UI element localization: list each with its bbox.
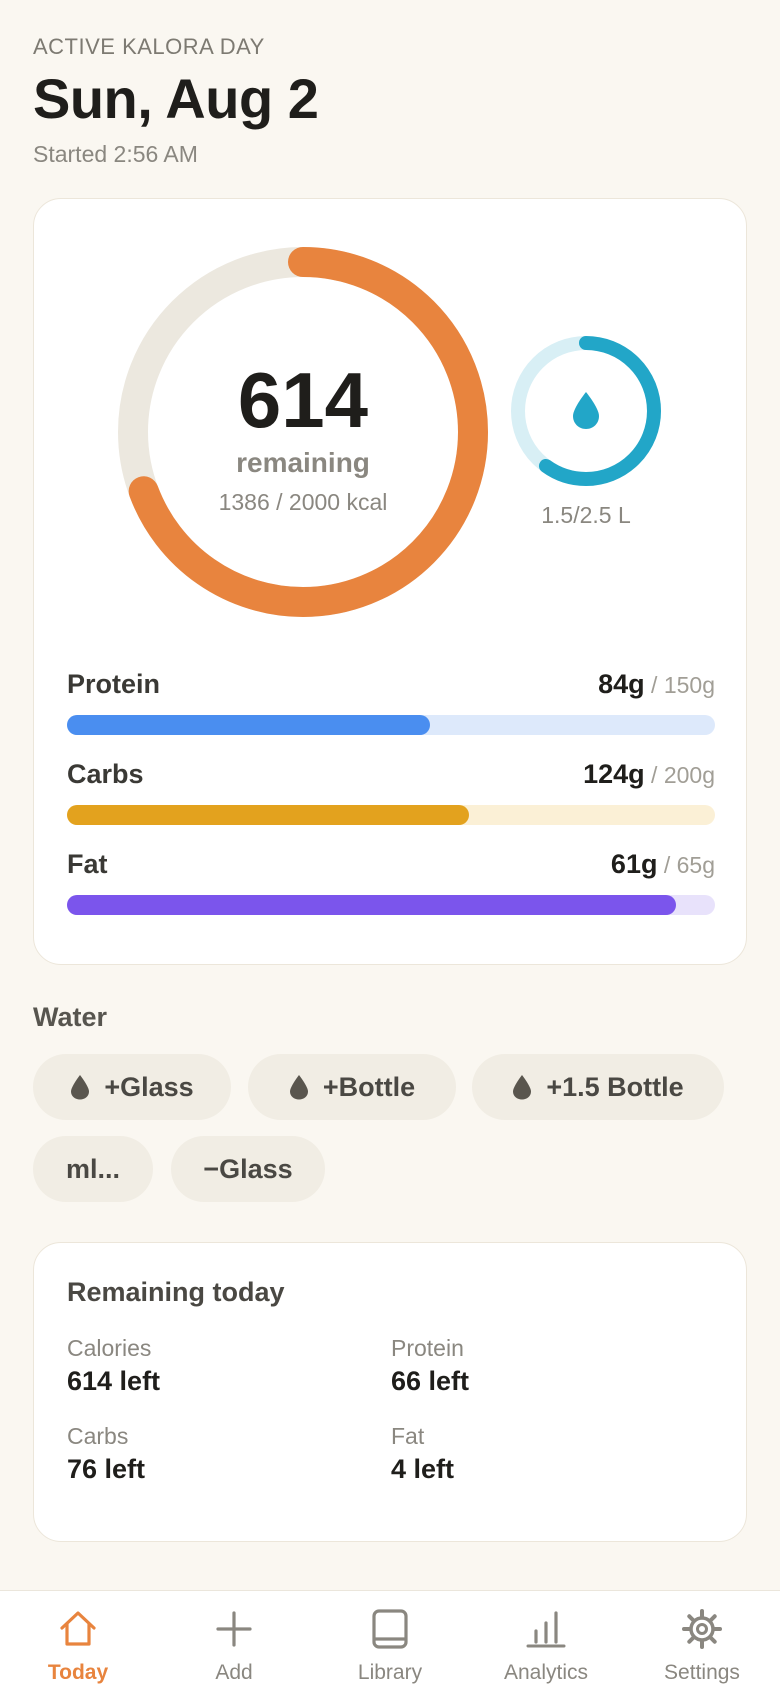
water-section-title: Water: [33, 1002, 108, 1032]
macro-value: 124g: [583, 759, 645, 789]
macro-name: Fat: [67, 849, 108, 879]
remaining-label: Carbs: [67, 1423, 129, 1449]
book-icon: [372, 1609, 408, 1649]
water-ring-graphic: [511, 336, 661, 486]
bar-chart-icon: [526, 1611, 566, 1648]
add-glass-button[interactable]: +Glass: [33, 1054, 231, 1120]
remaining-fat: Fat 4 left: [391, 1423, 454, 1485]
macro-value: 61g: [610, 849, 658, 879]
protein-progress-fill: [67, 715, 430, 735]
water-drop-icon: [513, 1075, 532, 1100]
remaining-calories: Calories 614 left: [67, 1335, 160, 1397]
remaining-label: Calories: [67, 1335, 152, 1361]
macro-carbs: Carbs 124g / 200g: [67, 759, 715, 825]
water-drop-icon: [71, 1075, 90, 1100]
custom-ml-button[interactable]: ml...: [33, 1136, 153, 1202]
macro-carbs-header: Carbs 124g / 200g: [67, 759, 715, 793]
water-ring[interactable]: [509, 334, 663, 488]
add-one-and-half-bottle-label: +1.5 Bottle: [546, 1071, 684, 1102]
macro-values: 124g / 200g: [583, 759, 715, 790]
tab-add[interactable]: Add: [156, 1591, 312, 1688]
macro-separator: /: [644, 762, 664, 788]
remove-glass-button[interactable]: −Glass: [171, 1136, 325, 1202]
remaining-label: Protein: [391, 1335, 464, 1361]
macro-name: Protein: [67, 669, 161, 699]
calories-remaining-value: 614: [237, 356, 369, 444]
remaining-value: 66 left: [391, 1366, 470, 1396]
tab-label: Analytics: [503, 1661, 589, 1684]
tab-settings[interactable]: Settings: [624, 1591, 780, 1688]
remaining-label: Fat: [391, 1423, 425, 1449]
tab-label: Add: [215, 1661, 253, 1684]
calorie-ring: 614 remaining 1386 / 2000 kcal: [118, 247, 488, 617]
fat-progress-fill: [67, 895, 677, 915]
water-drop-icon: [289, 1075, 308, 1100]
remaining-carbs: Carbs 76 left: [67, 1423, 145, 1485]
macro-values: 61g / 65g: [611, 849, 715, 880]
day-eyebrow: ACTIVE KALORA DAY: [33, 34, 265, 59]
remaining-value: 4 left: [391, 1454, 455, 1484]
daily-summary-card: 614 remaining 1386 / 2000 kcal 1.5/2.5 L…: [33, 198, 747, 965]
tab-analytics[interactable]: Analytics: [468, 1591, 624, 1688]
carbs-progress-fill: [67, 805, 469, 825]
day-header: ACTIVE KALORA DAY Sun, Aug 2 Started 2:5…: [33, 34, 319, 168]
add-glass-label: +Glass: [104, 1071, 194, 1102]
macro-goal: 150g: [663, 672, 715, 698]
calories-remaining-label: remaining: [236, 447, 370, 478]
calorie-ring-center: 614 remaining 1386 / 2000 kcal: [118, 247, 488, 617]
macro-values: 84g / 150g: [598, 669, 715, 700]
remaining-today-title: Remaining today: [67, 1277, 285, 1307]
add-bottle-label: +Bottle: [322, 1071, 416, 1102]
macro-goal: 200g: [663, 762, 715, 788]
macro-protein-header: Protein 84g / 150g: [67, 669, 715, 703]
remaining-value: 76 left: [67, 1454, 146, 1484]
protein-progress-track: [67, 715, 715, 735]
plus-icon: [216, 1611, 252, 1647]
calories-consumed-text: 1386 / 2000 kcal: [218, 489, 388, 515]
custom-ml-label: ml...: [65, 1153, 120, 1184]
tab-label: Library: [357, 1661, 423, 1684]
add-bottle-button[interactable]: +Bottle: [248, 1054, 456, 1120]
macro-fat: Fat 61g / 65g: [67, 849, 715, 915]
water-amount-text: 1.5/2.5 L: [541, 502, 631, 528]
macro-protein: Protein 84g / 150g: [67, 669, 715, 735]
water-drop-icon: [573, 392, 599, 429]
remaining-value: 614 left: [67, 1366, 161, 1396]
remaining-today-card: Remaining today Calories 614 left Protei…: [33, 1242, 747, 1542]
add-one-and-half-bottle-button[interactable]: +1.5 Bottle: [472, 1054, 724, 1120]
started-time: Started 2:56 AM: [33, 141, 198, 167]
gear-icon: [682, 1609, 722, 1649]
macro-goal: 65g: [676, 852, 715, 878]
remaining-protein: Protein 66 left: [391, 1335, 469, 1397]
tab-library[interactable]: Library: [312, 1591, 468, 1688]
remove-glass-label: −Glass: [203, 1153, 293, 1184]
tab-label: Settings: [664, 1661, 740, 1684]
home-icon: [60, 1611, 96, 1646]
macro-fat-header: Fat 61g / 65g: [67, 849, 715, 883]
page-title: Sun, Aug 2: [33, 67, 319, 130]
tab-today[interactable]: Today: [0, 1591, 156, 1688]
tab-label: Today: [47, 1661, 109, 1684]
macro-value: 84g: [598, 669, 645, 699]
macro-name: Carbs: [67, 759, 144, 789]
fat-progress-track: [67, 895, 715, 915]
carbs-progress-track: [67, 805, 715, 825]
macro-separator: /: [657, 852, 677, 878]
bottom-tab-bar: Today Add Library Analytics Settings: [0, 1590, 780, 1688]
macro-separator: /: [644, 672, 664, 698]
